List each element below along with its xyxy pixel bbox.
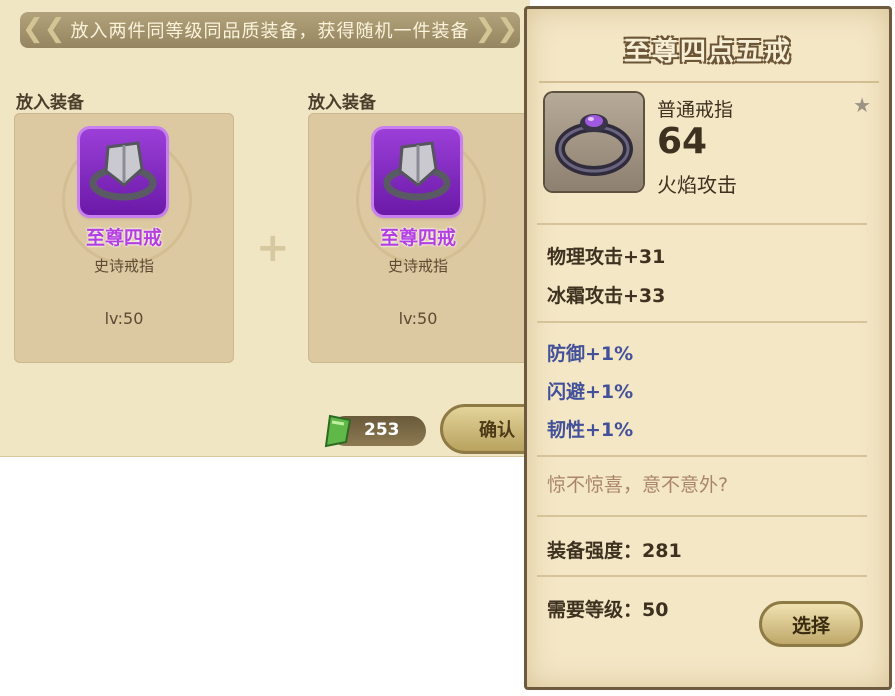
gem-counter: 253 [324, 414, 426, 448]
bonus-stat: 韧性+1% [547, 419, 634, 441]
item-icon-frame [545, 93, 643, 191]
merge-panel: ❮❮ 放入两件同等级同品质装备，获得随机一件装备 ❯❯ 放入装备 至尊四戒 史诗… [0, 0, 530, 457]
epic-ring-item[interactable] [374, 129, 460, 215]
item-detail-card: 至尊四点五戒 ★ 普通戒指 64 火焰攻击 物理攻击+31 冰霜攻击+33 防御… [524, 6, 892, 690]
divider [537, 223, 867, 225]
item-title: 至尊四点五戒 [623, 37, 792, 67]
base-stat: 物理攻击+31 [547, 246, 666, 268]
required-level: 需要等级：50 [547, 599, 669, 621]
equipment-strength: 装备强度：281 [547, 540, 682, 562]
banner-left-arrow-icon: ❮❮ [22, 14, 66, 44]
epic-ring-item[interactable] [80, 129, 166, 215]
divider [539, 81, 879, 83]
item-type: 史诗戒指 [387, 257, 448, 275]
item-name: 至尊四戒 [379, 227, 456, 249]
gem-count: 253 [364, 420, 400, 440]
item-power: 64 [657, 121, 708, 162]
instruction-banner: ❮❮ 放入两件同等级同品质装备，获得随机一件装备 ❯❯ [20, 12, 520, 48]
divider [537, 455, 867, 457]
slot-label: 放入装备 [308, 93, 376, 113]
item-name: 至尊四戒 [85, 227, 162, 249]
plus-icon: + [256, 225, 290, 271]
equipment-slot-2[interactable]: 至尊四戒 史诗戒指 lv:50 [308, 113, 528, 363]
bonus-stat: 防御+1% [547, 343, 634, 365]
item-level: lv:50 [398, 309, 438, 328]
equipment-slot-1[interactable]: 至尊四戒 史诗戒指 lv:50 [14, 113, 234, 363]
green-gem-icon [324, 414, 352, 448]
shield-ring-icon [383, 141, 451, 201]
select-button[interactable]: 选择 [759, 601, 863, 647]
banner-right-arrow-icon: ❯❯ [474, 14, 518, 44]
confirm-button[interactable]: 确认 [440, 404, 530, 454]
star-icon[interactable]: ★ [853, 93, 871, 117]
item-level: lv:50 [104, 309, 144, 328]
purple-gem-ring-icon [555, 114, 633, 176]
item-attribute: 火焰攻击 [657, 173, 737, 197]
base-stat: 冰霜攻击+33 [547, 285, 666, 307]
banner-text: 放入两件同等级同品质装备，获得随机一件装备 [70, 21, 470, 42]
divider [537, 575, 867, 577]
item-type: 普通戒指 [657, 99, 734, 121]
divider [537, 321, 867, 323]
shield-ring-icon [89, 141, 157, 201]
slot-label: 放入装备 [16, 93, 84, 113]
bonus-stat: 闪避+1% [547, 381, 634, 403]
flavor-text: 惊不惊喜，意不意外? [547, 474, 729, 496]
item-type: 史诗戒指 [93, 257, 154, 275]
divider [537, 515, 867, 517]
